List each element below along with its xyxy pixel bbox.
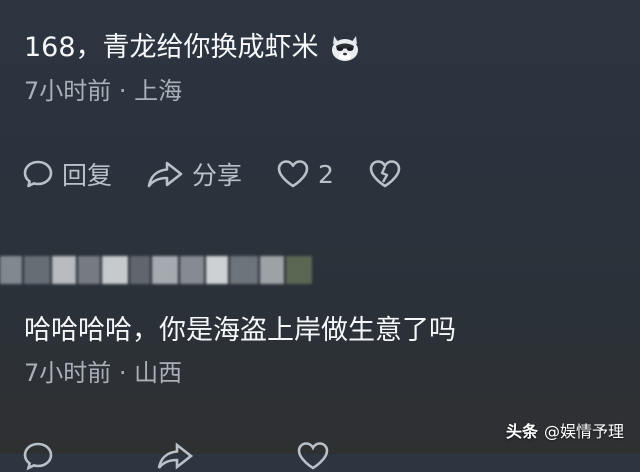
comment-2-text: 哈哈哈哈，你是海盗上岸做生意了吗	[24, 315, 456, 346]
mosaic-block	[24, 256, 50, 284]
mosaic-block	[102, 256, 128, 284]
comment-actions: 回复 分享 2	[22, 156, 444, 192]
mosaic-block	[152, 256, 178, 284]
like-count: 2	[318, 159, 334, 189]
mosaic-block	[52, 256, 76, 284]
mosaic-block	[206, 256, 228, 284]
mosaic-block	[0, 256, 22, 284]
share-label: 分享	[192, 161, 243, 190]
broken-heart-icon	[369, 160, 401, 188]
comment-text: 168，青龙给你换成虾米	[24, 30, 616, 66]
like-button[interactable]	[296, 440, 338, 472]
share-button[interactable]	[156, 440, 202, 472]
comment-1: 168，青龙给你换成虾米 7小时前 · 上海	[24, 30, 616, 106]
share-arrow-icon	[157, 442, 194, 470]
watermark: 头条 @娱情予理	[506, 418, 624, 442]
reply-button[interactable]	[22, 440, 62, 472]
mosaic-block	[130, 256, 150, 284]
reply-button[interactable]: 回复	[22, 156, 112, 192]
mosaic-block	[180, 256, 204, 284]
dislike-button[interactable]	[368, 158, 410, 190]
comment-2: 哈哈哈哈，你是海盗上岸做生意了吗 7小时前 · 山西	[24, 314, 616, 388]
comment-1-meta: 7小时前 · 上海	[24, 77, 183, 105]
heart-icon	[277, 160, 309, 188]
chat-bubble-icon	[23, 442, 53, 471]
comment-1-text: 168，青龙给你换成虾米	[24, 32, 319, 63]
like-button[interactable]: 2	[276, 158, 334, 190]
mosaic-block	[260, 256, 284, 284]
mosaic-block	[286, 256, 312, 284]
mosaic-block	[230, 256, 258, 284]
comment-text: 哈哈哈哈，你是海盗上岸做生意了吗	[24, 314, 616, 348]
heart-icon	[297, 442, 329, 470]
comment-2-actions	[22, 440, 372, 472]
share-arrow-icon	[147, 161, 183, 188]
cool-wolf-emoji-icon	[327, 30, 363, 66]
watermark-handle: @娱情予理	[543, 422, 624, 441]
share-button[interactable]: 分享	[146, 156, 242, 192]
reply-label: 回复	[62, 161, 113, 190]
chat-bubble-icon	[23, 160, 53, 188]
blurred-username	[0, 248, 330, 292]
watermark-brand: 头条	[505, 422, 538, 441]
comment-2-meta: 7小时前 · 山西	[24, 359, 183, 387]
mosaic-block	[78, 256, 100, 284]
